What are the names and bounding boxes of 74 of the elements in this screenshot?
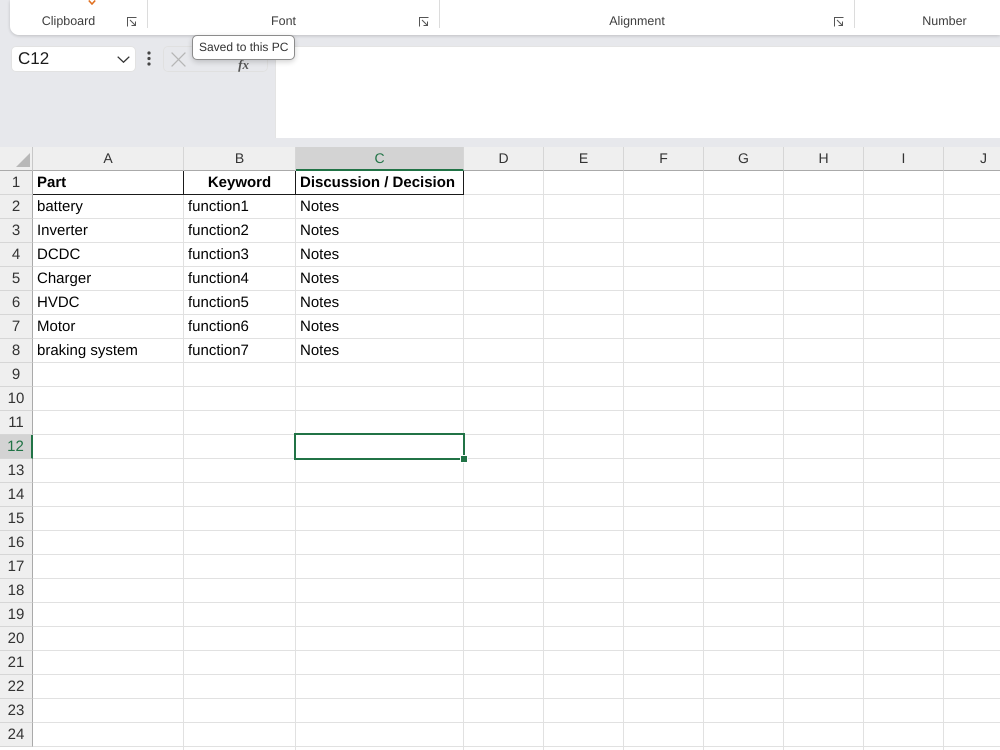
column-header[interactable]: H [784,147,864,171]
row-header[interactable]: 2 [0,195,33,219]
row-header[interactable]: 21 [0,651,33,675]
row-header[interactable]: 18 [0,579,33,603]
column-header[interactable]: D [464,147,544,171]
table-cell-text: Notes [299,221,340,241]
row-header[interactable]: 15 [0,507,33,531]
table-cell-text: DCDC [36,245,82,265]
column-header[interactable]: C [296,147,464,171]
table-cell-text: Notes [299,269,340,289]
table-cell-text: HVDC [36,293,81,313]
more-icon[interactable] [147,51,151,66]
table-cell-text: braking system [36,341,139,361]
table-cell-text: Charger [36,269,92,289]
column-header[interactable]: G [704,147,784,171]
table-cell-text: function6 [187,317,250,337]
column-header[interactable]: I [864,147,944,171]
row-header[interactable]: 5 [0,267,33,291]
table-cell-text: function4 [187,269,250,289]
row-header[interactable]: 22 [0,675,33,699]
column-header[interactable]: B [184,147,296,171]
row-header[interactable]: 23 [0,699,33,723]
row-header[interactable]: 19 [0,603,33,627]
row-header[interactable]: 14 [0,483,33,507]
group-label: Font [270,14,297,28]
row-header[interactable]: 6 [0,291,33,315]
row-header[interactable]: 11 [0,411,33,435]
dialog-launcher-icon[interactable] [834,17,844,27]
row-header[interactable]: 17 [0,555,33,579]
header-cell: Part [33,171,184,195]
name-box[interactable]: C12 [11,46,136,72]
group-label: Alignment [608,14,666,28]
row-header[interactable]: 16 [0,531,33,555]
header-cell: Discussion / Decision [296,171,464,195]
group-label: Number [921,14,968,28]
row-header[interactable]: 24 [0,723,33,747]
triangle-icon [16,153,30,167]
row-header[interactable]: 4 [0,243,33,267]
fill-handle[interactable] [460,455,468,463]
insert-function-button[interactable]: fx [238,59,249,71]
table-cell-text: Notes [299,245,340,265]
row-header[interactable]: 7 [0,315,33,339]
table-cell-text: Motor [36,317,76,337]
table-cell-text: function5 [187,293,250,313]
row-header[interactable]: 3 [0,219,33,243]
table-cell-text: Notes [299,197,340,217]
header-cell: Keyword [184,171,296,195]
tooltip: Saved to this PC [192,35,296,60]
dialog-launcher-icon[interactable] [419,17,429,27]
table-cell-text: function1 [187,197,250,217]
row-header[interactable]: 10 [0,387,33,411]
column-header[interactable]: F [624,147,704,171]
table-cell-text: Notes [299,317,340,337]
row-header[interactable]: 1 [0,171,33,195]
row-header[interactable]: 20 [0,627,33,651]
chevron-icon [88,0,96,5]
table-cell-text: battery [36,197,84,217]
group-label: Clipboard [40,14,96,28]
column-header[interactable]: J [944,147,1000,171]
row-header[interactable]: 13 [0,459,33,483]
column-header[interactable]: A [33,147,184,171]
row-header[interactable]: 9 [0,363,33,387]
chevron-down-icon [117,56,130,62]
table-cell-text: Notes [299,293,340,313]
row-header[interactable]: 12 [0,435,33,459]
table-cell-text: Inverter [36,221,89,241]
table-cell-text: Notes [299,341,340,361]
selected-cell[interactable] [294,433,465,460]
row-header[interactable]: 8 [0,339,33,363]
table-cell-text: function3 [187,245,250,265]
table-cell-text: function7 [187,341,250,361]
column-header[interactable]: E [544,147,624,171]
table-cell-text: function2 [187,221,250,241]
dialog-launcher-icon[interactable] [127,17,137,27]
